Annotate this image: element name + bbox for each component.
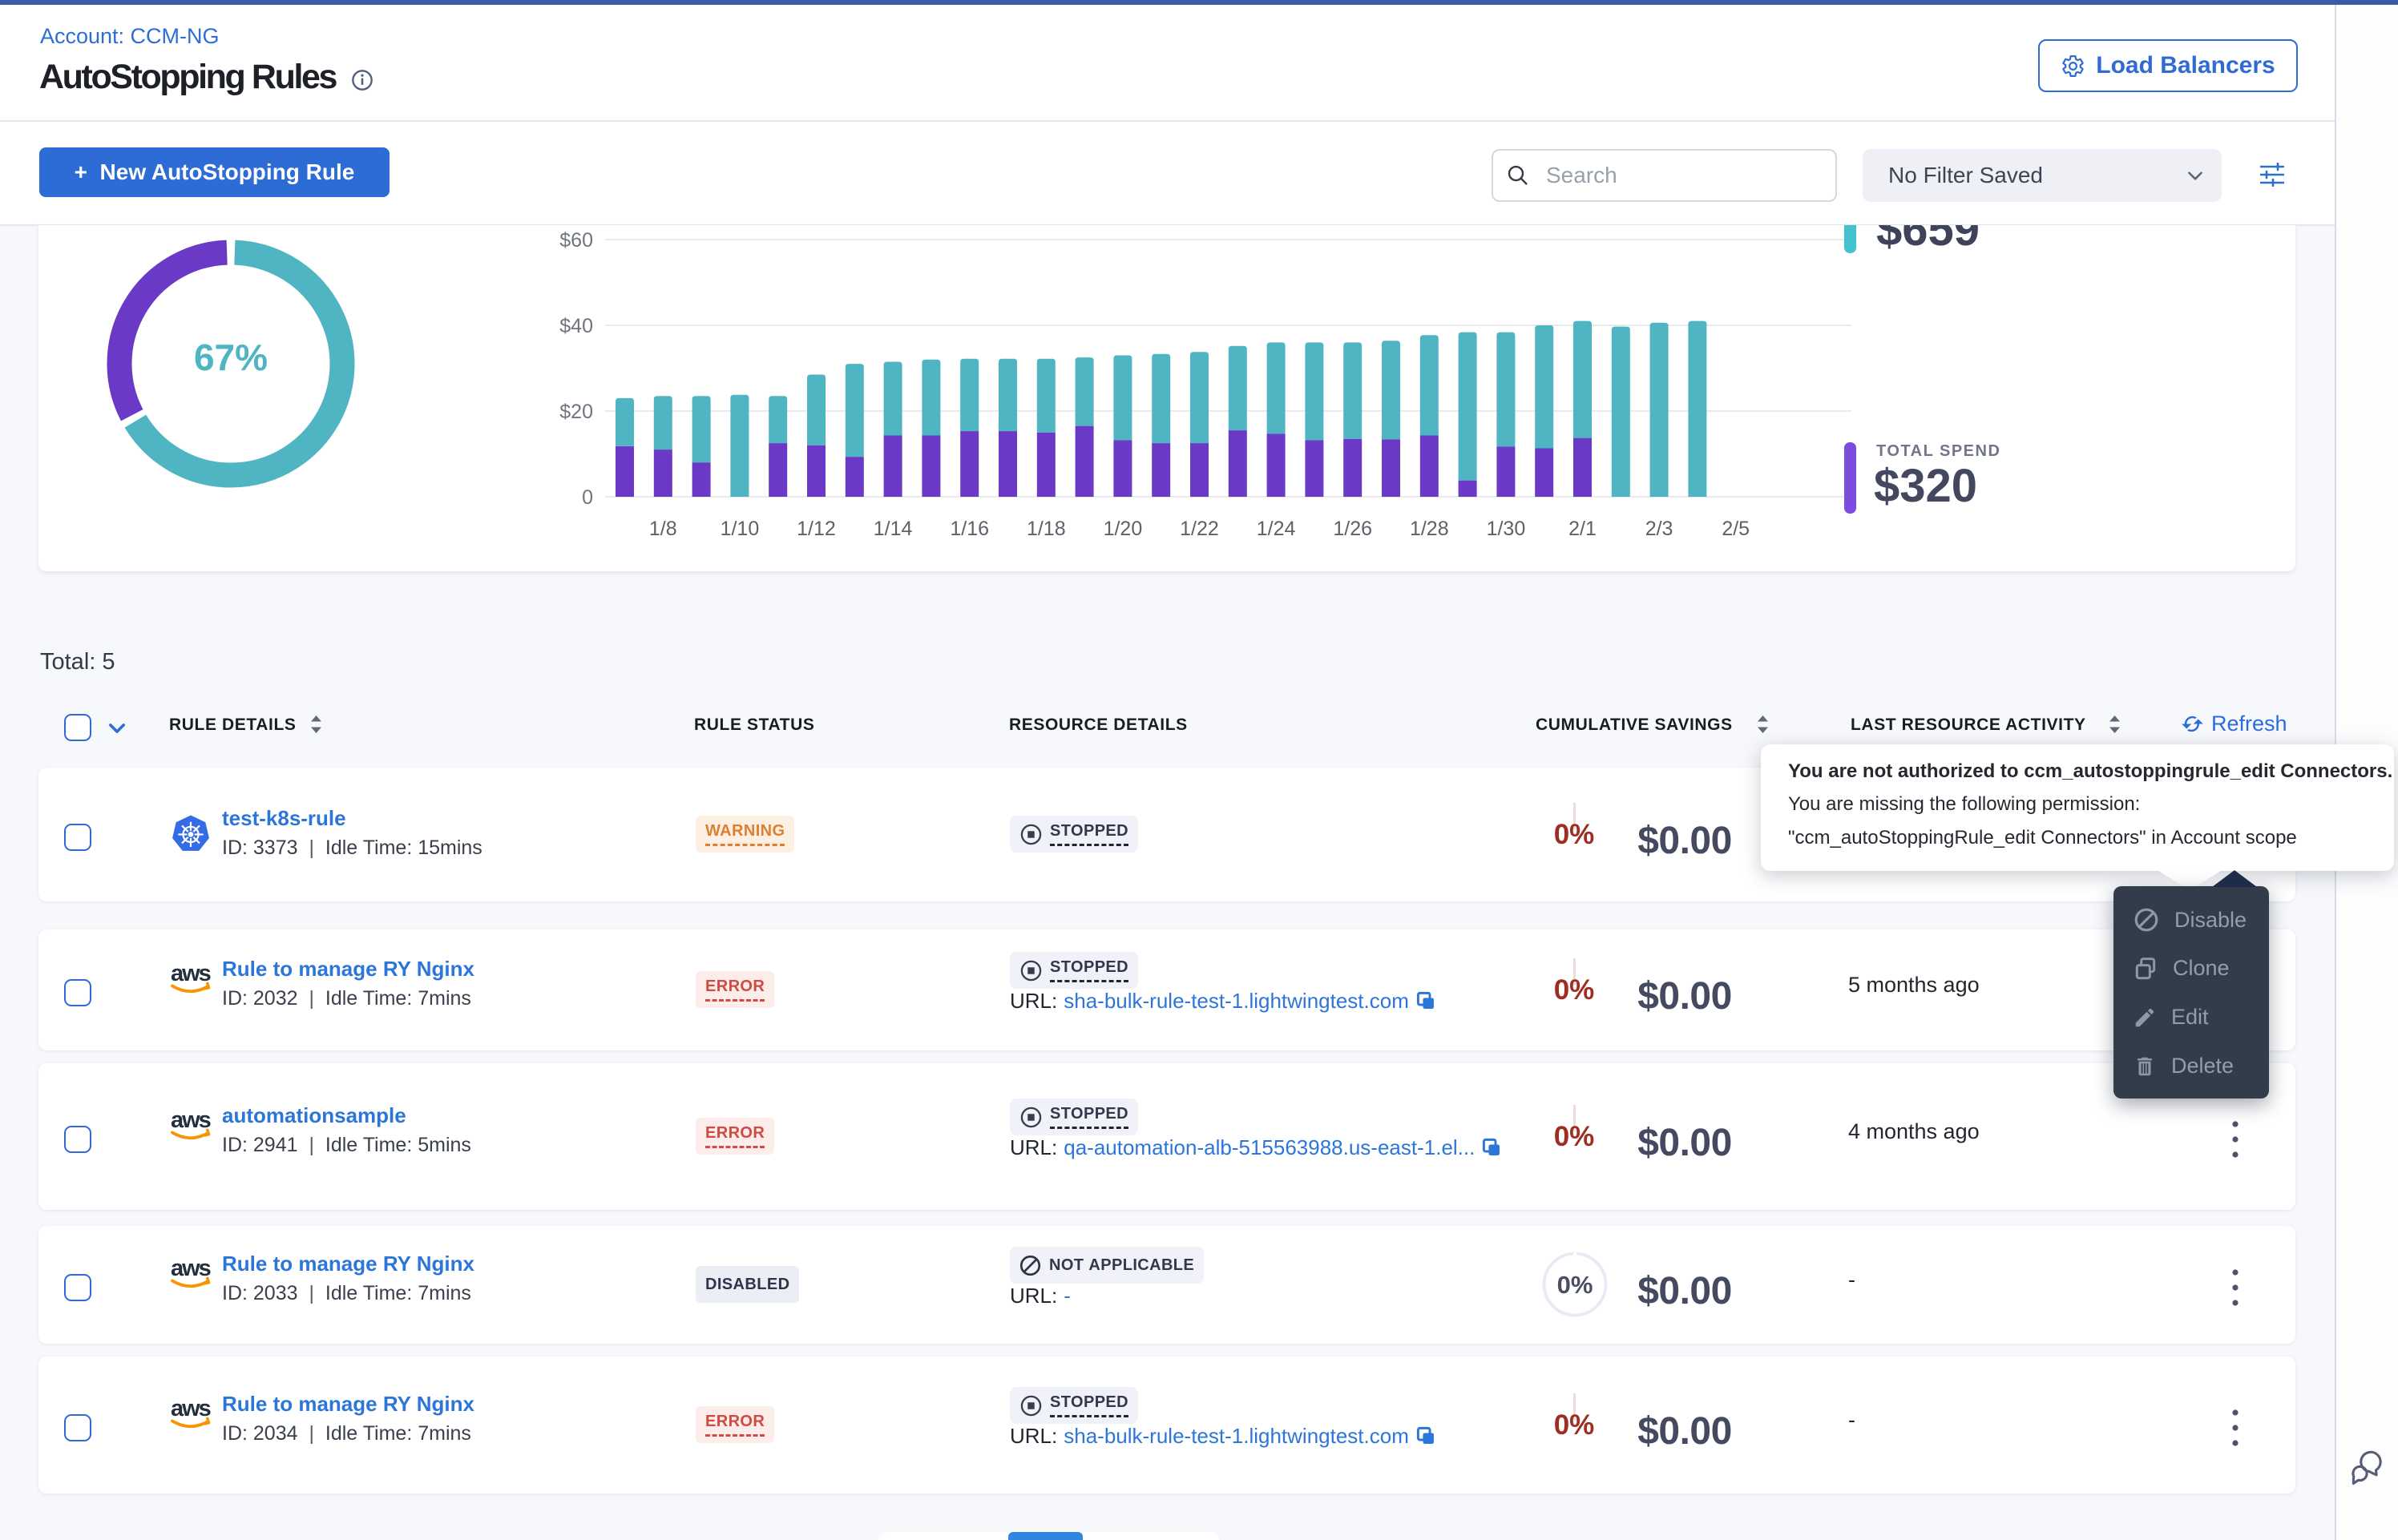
svg-text:1/26: 1/26	[1333, 518, 1372, 540]
svg-text:1/8: 1/8	[649, 518, 677, 540]
svg-text:1/24: 1/24	[1257, 518, 1296, 540]
svg-text:2/1: 2/1	[1568, 518, 1597, 540]
svg-text:1/20: 1/20	[1104, 518, 1143, 540]
svg-text:67%: 67%	[194, 337, 268, 378]
svg-text:2/5: 2/5	[1722, 518, 1750, 540]
svg-text:1/30: 1/30	[1487, 518, 1526, 540]
svg-text:1/14: 1/14	[874, 518, 913, 540]
svg-text:1/18: 1/18	[1027, 518, 1066, 540]
svg-text:$60: $60	[559, 229, 593, 252]
svg-text:$20: $20	[559, 401, 593, 423]
svg-text:2/3: 2/3	[1645, 518, 1673, 540]
svg-text:0: 0	[582, 486, 593, 509]
svg-text:1/12: 1/12	[797, 518, 836, 540]
svg-text:aws: aws	[171, 1400, 211, 1421]
svg-text:1/22: 1/22	[1180, 518, 1219, 540]
svg-text:1/28: 1/28	[1410, 518, 1449, 540]
svg-text:1/16: 1/16	[950, 518, 989, 540]
svg-text:aws: aws	[171, 965, 211, 986]
svg-text:1/10: 1/10	[721, 518, 760, 540]
svg-text:$40: $40	[559, 315, 593, 337]
svg-text:aws: aws	[171, 1111, 211, 1133]
svg-text:aws: aws	[171, 1260, 211, 1281]
